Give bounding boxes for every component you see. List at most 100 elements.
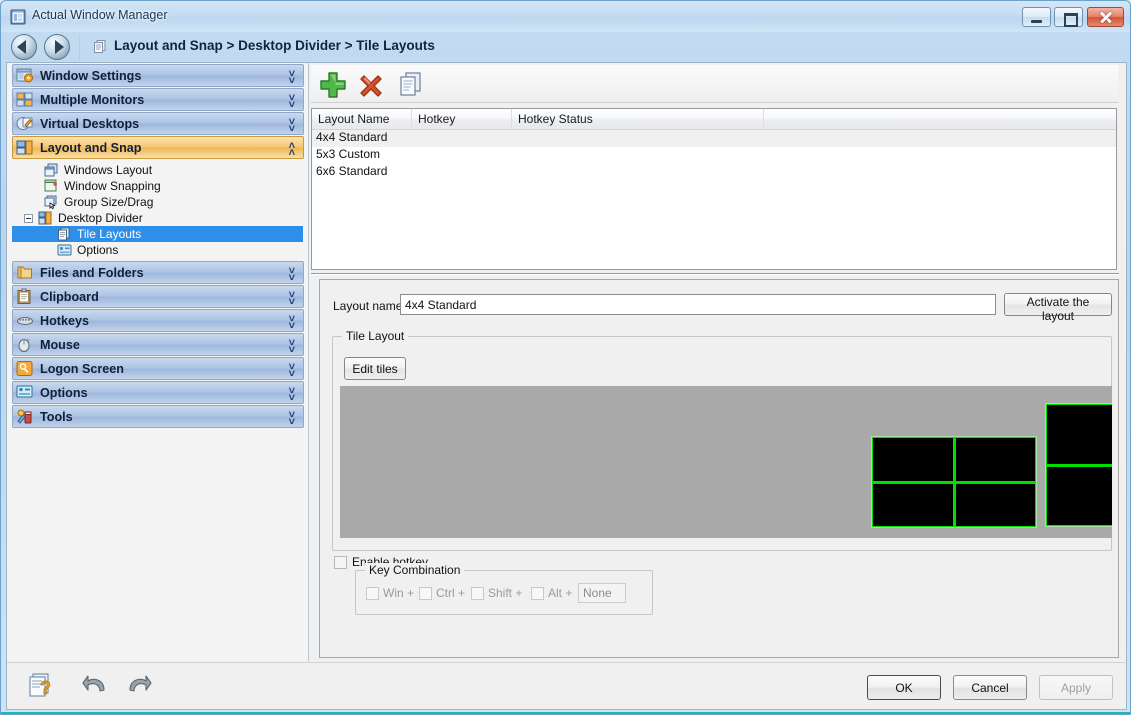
ok-button[interactable]: OK <box>867 675 941 700</box>
delete-layout-button[interactable] <box>355 69 387 100</box>
red-cross-icon <box>360 75 382 97</box>
undo-icon <box>82 675 105 692</box>
layouts-list[interactable]: Layout Name Hotkey Hotkey Status 4x4 Sta… <box>311 108 1117 270</box>
client-area: Window Settings ˅ ˅ Multiple Monitors ˅ ˅ <box>6 62 1127 662</box>
monitor-2-preview[interactable] <box>1045 403 1112 527</box>
cancel-button[interactable]: Cancel <box>953 675 1027 700</box>
sidebar-category-window-settings[interactable]: Window Settings ˅ ˅ <box>12 64 304 87</box>
clipboard-icon <box>16 288 34 305</box>
mouse-icon <box>16 336 34 353</box>
copy-pages-icon <box>400 72 421 96</box>
edit-tiles-button[interactable]: Edit tiles <box>344 357 406 380</box>
sidebar-item-window-snapping[interactable]: Window Snapping <box>12 178 303 194</box>
shift-label: Shift + <box>488 586 523 600</box>
layout-details-panel: Layout name: Activate the layout Tile La… <box>319 279 1119 658</box>
sidebar-item-tile-layouts[interactable]: Tile Layouts <box>12 226 303 242</box>
tile[interactable] <box>873 438 953 481</box>
sidebar-item-divider-options[interactable]: Options <box>12 242 303 258</box>
tile[interactable] <box>873 483 953 526</box>
sidebar-item-label: Options <box>77 243 119 257</box>
sidebar-category-label: Layout and Snap <box>40 140 142 155</box>
sidebar-item-windows-layout[interactable]: Windows Layout <box>12 162 303 178</box>
key-combination-group-label: Key Combination <box>365 563 465 577</box>
content-pane: Layout Name Hotkey Hotkey Status 4x4 Sta… <box>309 63 1126 662</box>
modifier-ctrl[interactable]: Ctrl + <box>415 586 465 600</box>
sidebar-category-options[interactable]: Options ˅ ˅ <box>12 381 304 404</box>
table-row[interactable]: 5x3 Custom <box>312 147 1116 164</box>
shift-checkbox[interactable] <box>471 586 484 600</box>
add-layout-button[interactable] <box>317 69 349 100</box>
modifier-shift[interactable]: Shift + <box>467 586 522 600</box>
sidebar-category-label: Files and Folders <box>40 265 144 280</box>
sidebar: Window Settings ˅ ˅ Multiple Monitors ˅ ˅ <box>7 63 309 661</box>
chevron-down-icon: ˅ ˅ <box>288 68 295 87</box>
sidebar-category-multiple-monitors[interactable]: Multiple Monitors ˅ ˅ <box>12 88 304 111</box>
tile-layout-group-label: Tile Layout <box>342 329 409 343</box>
breadcrumb[interactable]: Layout and Snap > Desktop Divider > Tile… <box>114 38 435 53</box>
chevron-down-icon: ˅ ˅ <box>288 313 295 332</box>
tile[interactable] <box>955 483 1035 526</box>
desktop-divider-icon <box>38 211 53 225</box>
help-icon: ? <box>29 673 51 698</box>
chevron-down-icon: ˅ ˅ <box>288 116 295 135</box>
copy-layout-button[interactable] <box>395 69 427 100</box>
close-button[interactable] <box>1087 7 1124 27</box>
sidebar-category-virtual-desktops[interactable]: Virtual Desktops ˅ ˅ <box>12 112 304 135</box>
sidebar-category-logon-screen[interactable]: Logon Screen ˅ ˅ <box>12 357 304 380</box>
sidebar-category-clipboard[interactable]: Clipboard ˅ ˅ <box>12 285 304 308</box>
column-header-layout-name[interactable]: Layout Name <box>312 109 412 129</box>
green-plus-icon <box>320 72 346 98</box>
sidebar-item-desktop-divider[interactable]: Desktop Divider <box>12 210 303 226</box>
sidebar-category-layout-and-snap[interactable]: Layout and Snap ˄ ˄ <box>12 136 304 159</box>
forward-button[interactable] <box>44 34 70 60</box>
modifier-win[interactable]: Win + <box>362 586 414 600</box>
sidebar-category-hotkeys[interactable]: Hotkeys ˅ ˅ <box>12 309 304 332</box>
sidebar-category-files-and-folders[interactable]: Files and Folders ˅ ˅ <box>12 261 304 284</box>
win-label: Win + <box>383 586 415 600</box>
arrow-right-icon <box>55 40 64 54</box>
key-icon <box>16 360 34 377</box>
back-button[interactable] <box>11 34 37 60</box>
redo-button[interactable] <box>124 672 152 696</box>
activate-layout-button[interactable]: Activate the layout <box>1004 293 1112 323</box>
monitor-1-preview[interactable] <box>871 436 1037 528</box>
sidebar-category-tools[interactable]: Tools ˅ ˅ <box>12 405 304 428</box>
column-header-hotkey[interactable]: Hotkey <box>412 109 512 129</box>
win-checkbox[interactable] <box>366 586 379 600</box>
apply-button[interactable]: Apply <box>1039 675 1113 700</box>
window-settings-icon <box>16 67 34 84</box>
nav-divider <box>79 34 80 60</box>
tile-layout-preview[interactable] <box>340 386 1112 538</box>
application-window: Actual Window Manager Layout and Snap > … <box>0 0 1131 715</box>
tile[interactable] <box>1047 405 1112 464</box>
tile[interactable] <box>955 438 1035 481</box>
undo-button[interactable] <box>82 672 110 696</box>
table-row[interactable]: 6x6 Standard <box>312 164 1116 181</box>
layout-name-input[interactable] <box>400 294 996 315</box>
hotkey-key-select[interactable]: None <box>578 583 626 603</box>
help-button[interactable]: ? <box>27 672 57 700</box>
enable-hotkey-checkbox[interactable] <box>334 555 347 569</box>
minimize-button[interactable] <box>1022 7 1051 27</box>
modifier-alt[interactable]: Alt + <box>527 586 572 600</box>
column-header-hotkey-status[interactable]: Hotkey Status <box>512 109 764 129</box>
layout-toolbar <box>311 65 1118 103</box>
sidebar-item-group-size-drag[interactable]: Group Size/Drag <box>12 194 303 210</box>
monitors-icon <box>16 91 34 108</box>
divider-options-icon <box>57 243 72 257</box>
section-divider <box>311 273 1119 275</box>
tile[interactable] <box>1047 466 1112 525</box>
tree-collapse-icon[interactable] <box>24 213 33 223</box>
window-title: Actual Window Manager <box>32 8 168 22</box>
chevron-down-icon: ˅ ˅ <box>288 361 295 380</box>
maximize-button[interactable] <box>1054 7 1083 27</box>
alt-checkbox[interactable] <box>531 586 544 600</box>
chevron-down-icon: ˅ ˅ <box>288 385 295 404</box>
table-row[interactable]: 4x4 Standard <box>312 130 1116 147</box>
sidebar-category-label: Options <box>40 385 88 400</box>
sidebar-category-mouse[interactable]: Mouse ˅ ˅ <box>12 333 304 356</box>
ctrl-checkbox[interactable] <box>419 586 432 600</box>
chevron-down-icon: ˅ ˅ <box>288 289 295 308</box>
layout-snap-icon <box>16 139 34 156</box>
arrow-left-icon <box>17 40 26 54</box>
